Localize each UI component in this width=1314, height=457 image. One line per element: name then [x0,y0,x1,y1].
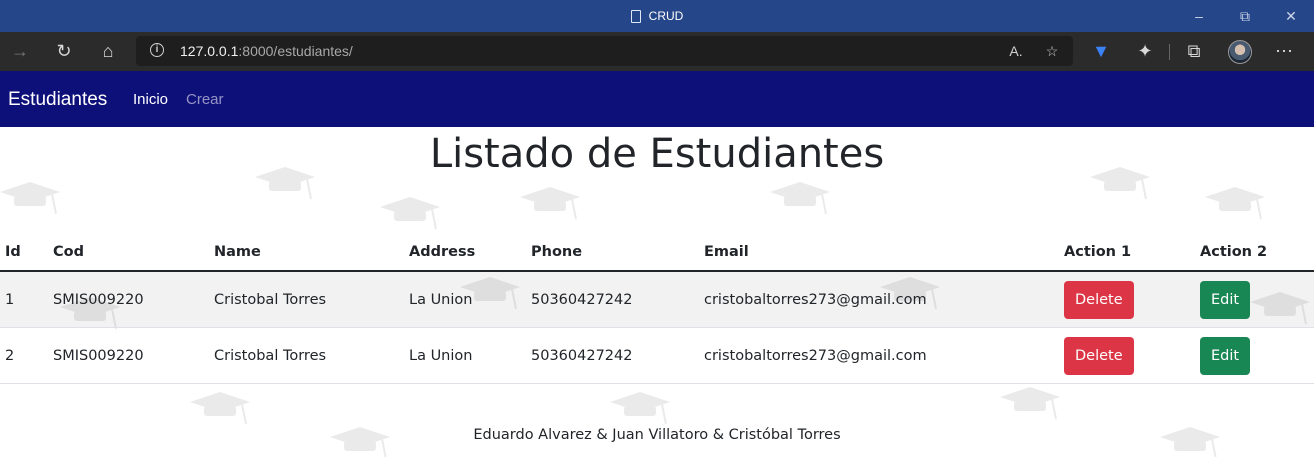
refresh-icon[interactable]: ↻ [46,32,82,71]
cell-name: Cristobal Torres [209,271,404,328]
browser-toolbar: → ↻ ⌂ i 127.0.0.1:8000/estudiantes/ A. ☆… [0,32,1314,71]
extensions-icon[interactable]: ✦ [1127,32,1163,71]
address-url[interactable]: 127.0.0.1:8000/estudiantes/ [180,43,353,59]
site-navbar: Estudiantes Inicio Crear [0,71,1314,127]
window-title-text: CRUD [648,9,684,23]
delete-button[interactable]: Delete [1064,280,1134,319]
column-header-action-2: Action 2 [1195,234,1314,272]
window-title: CRUD [0,0,1314,32]
cell-action-2: Edit [1195,271,1314,328]
cell-phone: 50360427242 [526,271,699,328]
table-row: 2 SMIS009220 Cristobal Torres La Union 5… [0,327,1314,384]
site-info-icon[interactable]: i [150,43,164,57]
cell-id: 1 [0,271,48,328]
edit-button[interactable]: Edit [1200,280,1251,319]
cell-address: La Union [404,327,526,384]
column-header-id: Id [0,234,48,272]
more-icon[interactable]: ⋯ [1266,32,1302,71]
cell-action-1: Delete [1059,327,1195,384]
column-header-phone: Phone [526,234,699,272]
cell-name: Cristobal Torres [209,327,404,384]
navbar-brand[interactable]: Estudiantes [8,71,107,127]
address-bar[interactable]: i 127.0.0.1:8000/estudiantes/ A. ☆ [136,36,1073,66]
window-titlebar: CRUD – ⧉ ✕ [0,0,1314,32]
cell-email: cristobaltorres273@gmail.com [699,327,1059,384]
home-icon[interactable]: ⌂ [90,32,126,71]
cell-cod: SMIS009220 [48,327,209,384]
extension-shield-icon[interactable]: ▼ [1083,32,1119,71]
minimize-icon[interactable]: – [1176,0,1222,32]
delete-button[interactable]: Delete [1064,336,1134,375]
cell-cod: SMIS009220 [48,271,209,328]
cell-action-2: Edit [1195,327,1314,384]
read-aloud-icon[interactable]: A. [1005,40,1027,62]
edit-button[interactable]: Edit [1200,336,1251,375]
page-content: Listado de Estudiantes Id Cod Name Addre… [0,127,1314,457]
document-icon [630,9,641,23]
cell-phone: 50360427242 [526,327,699,384]
table-header-row: Id Cod Name Address Phone Email Action 1… [0,234,1314,272]
column-header-email: Email [699,234,1059,272]
nav-link-inicio[interactable]: Inicio [133,71,168,127]
url-host: 127.0.0.1 [180,43,239,59]
column-header-name: Name [209,234,404,272]
column-header-cod: Cod [48,234,209,272]
page-title: Listado de Estudiantes [429,131,885,177]
students-table: Id Cod Name Address Phone Email Action 1… [0,234,1314,384]
toolbar-separator [1169,44,1170,60]
column-header-action-1: Action 1 [1059,234,1195,272]
close-icon[interactable]: ✕ [1268,0,1314,32]
forward-icon[interactable]: → [2,32,38,71]
table-row: 1 SMIS009220 Cristobal Torres La Union 5… [0,271,1314,328]
favorite-add-icon[interactable]: ☆ [1041,40,1063,62]
cell-id: 2 [0,327,48,384]
restore-icon[interactable]: ⧉ [1222,0,1268,32]
cell-email: cristobaltorres273@gmail.com [699,271,1059,328]
page-footer: Eduardo Alvarez & Juan Villatoro & Crist… [473,427,841,443]
collections-icon[interactable]: ⧉ [1176,32,1212,71]
column-header-address: Address [404,234,526,272]
nav-link-crear[interactable]: Crear [186,71,224,127]
url-path: :8000/estudiantes/ [238,43,353,59]
cell-action-1: Delete [1059,271,1195,328]
cell-address: La Union [404,271,526,328]
profile-avatar[interactable] [1228,40,1252,64]
